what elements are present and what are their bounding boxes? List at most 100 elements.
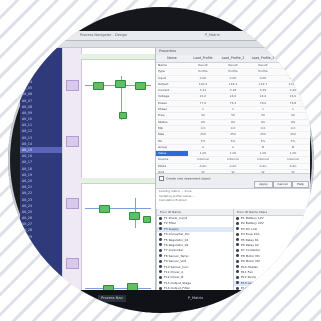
property-value: Profile xyxy=(258,69,268,74)
function-list-left[interactable]: Func ID Name F1 Power_Input F2 Filter F3 S… xyxy=(156,209,233,303)
properties-title: Properties xyxy=(156,48,310,55)
taskbar: Start Process Nav P_Matrix DDS - Edit xyxy=(8,290,314,313)
property-value: 0.00 xyxy=(289,75,297,80)
list-item-label: F7 Controller xyxy=(164,248,184,253)
cancel-button[interactable]: Cancel xyxy=(273,181,292,188)
bullet-icon xyxy=(236,227,239,231)
checkbox-box[interactable] xyxy=(159,176,164,181)
taskbar-item[interactable]: Process Nav xyxy=(98,295,126,302)
lane-tag xyxy=(66,80,79,91)
dependent-object-checkbox[interactable]: Create new dependent object xyxy=(159,176,211,181)
list-item-label: E2 Battery 24V xyxy=(241,221,264,226)
property-value: B xyxy=(261,144,265,149)
property-value: Result xyxy=(258,63,268,67)
property-value: Internal xyxy=(197,157,209,162)
column-header[interactable]: Load_Profile_3 xyxy=(248,55,278,62)
diagram-header-strip xyxy=(81,178,155,184)
property-value: 50 xyxy=(201,113,205,118)
property-value: A xyxy=(201,144,205,149)
function-node[interactable] xyxy=(129,212,140,220)
property-name: Status xyxy=(158,119,168,124)
list-item-label: F4 Converter_DC xyxy=(164,232,190,237)
apply-button[interactable]: Apply xyxy=(254,181,273,188)
bullet-icon xyxy=(159,265,162,269)
list-item-label: E3 DC Link xyxy=(241,226,258,231)
property-value: 0.00 xyxy=(199,75,207,80)
property-value: 120.5 xyxy=(198,81,208,86)
project-tree[interactable]: Project_01 Solution Alt_01 Alt_02 Alt_03… xyxy=(20,48,62,303)
property-value: 50 xyxy=(231,113,235,118)
property-value: 0.00 xyxy=(259,75,267,80)
bullet-icon xyxy=(236,254,239,258)
property-value: Auto xyxy=(289,163,297,168)
property-value: 24.0 xyxy=(289,94,297,99)
taskbar-item[interactable]: DDS - Edit xyxy=(230,295,255,302)
function-node[interactable] xyxy=(99,205,110,213)
property-value: 118.2 xyxy=(228,81,238,86)
properties-panel: Properties Name Load_Profile Load_Profile_… xyxy=(156,48,310,188)
property-value: Auto xyxy=(259,163,267,168)
bullet-icon xyxy=(159,248,162,252)
function-node[interactable] xyxy=(93,82,104,90)
list-item-label: E7 Contactor xyxy=(241,248,261,253)
property-value: 250 xyxy=(230,132,236,137)
properties-table[interactable]: Name Result Result Result Result Type Profile P… xyxy=(156,63,310,188)
property-name: Input xyxy=(158,75,166,80)
property-value: Internal xyxy=(287,157,299,162)
diagram-canvas[interactable] xyxy=(63,48,156,303)
property-value: 121.0 xyxy=(288,81,298,86)
function-node[interactable] xyxy=(135,82,146,90)
property-value: 1 xyxy=(262,107,264,112)
list-item-label: F6 Regulator_02 xyxy=(164,242,189,247)
list-item-label: E10 Heater xyxy=(241,264,258,269)
list-item-label: F9 Sensor_Volt xyxy=(164,259,187,264)
column-header[interactable]: Load_4 xyxy=(278,55,308,62)
lane-tag xyxy=(66,136,79,147)
property-value: 1.00 xyxy=(289,151,297,156)
taskbar-item[interactable]: P_Matrix xyxy=(188,295,203,302)
taskbar-start[interactable]: Start xyxy=(48,295,57,302)
property-value: OK xyxy=(200,119,206,124)
list-item-label: E8 Motor M1 xyxy=(241,253,260,258)
property-value: Result xyxy=(288,63,298,67)
lane-tag xyxy=(66,198,79,209)
property-value: OK xyxy=(260,119,266,124)
property-value: 0.0 xyxy=(230,125,236,130)
list-item-label: F8 Sensor_Temp xyxy=(164,253,189,258)
property-value: 78.0 xyxy=(259,100,267,105)
property-value: 1.00 xyxy=(229,151,237,156)
monitor-screen: Mentor DDS - Edit Process Navigator - De… xyxy=(20,31,311,303)
property-name: Current xyxy=(158,88,170,93)
help-button[interactable]: Help xyxy=(292,181,309,188)
bullet-icon xyxy=(236,275,239,279)
property-value: 1.00 xyxy=(259,151,267,156)
property-value: OK xyxy=(290,119,296,124)
function-node[interactable] xyxy=(115,80,126,88)
bullet-icon xyxy=(236,216,239,220)
property-value: 250 xyxy=(200,132,206,137)
bullet-icon xyxy=(236,259,239,263)
property-value: 0.0 xyxy=(290,125,296,130)
property-value: Profile xyxy=(198,69,208,74)
bullet-icon xyxy=(236,221,239,225)
function-list-right[interactable]: Func ID Name Value E1 Battery 12V E2 Batt… xyxy=(233,209,311,303)
property-value: Auto xyxy=(229,163,237,168)
log-panel: Loading matrix ... done Updating profile … xyxy=(156,188,310,209)
toolbar xyxy=(20,41,310,48)
column-header[interactable]: Name xyxy=(156,55,188,62)
list-item-label: E12 Pump xyxy=(241,275,257,280)
property-name: Output xyxy=(158,81,169,86)
property-name: Source xyxy=(158,157,169,162)
bullet-icon xyxy=(159,275,162,279)
bullet-icon xyxy=(236,265,239,269)
function-node[interactable] xyxy=(143,216,151,223)
property-name: Max xyxy=(158,132,165,137)
property-value: 250 xyxy=(290,132,296,137)
function-node[interactable] xyxy=(119,112,127,119)
property-value: 77.0 xyxy=(199,100,207,105)
column-header[interactable]: Load_Profile xyxy=(188,55,218,62)
list-item-label: F5 Regulator_01 xyxy=(164,237,189,242)
list-item-label: E9 Motor M2 xyxy=(241,259,260,264)
property-value: Profile xyxy=(228,69,238,74)
column-header[interactable]: Load_Profile_2 xyxy=(218,55,248,62)
